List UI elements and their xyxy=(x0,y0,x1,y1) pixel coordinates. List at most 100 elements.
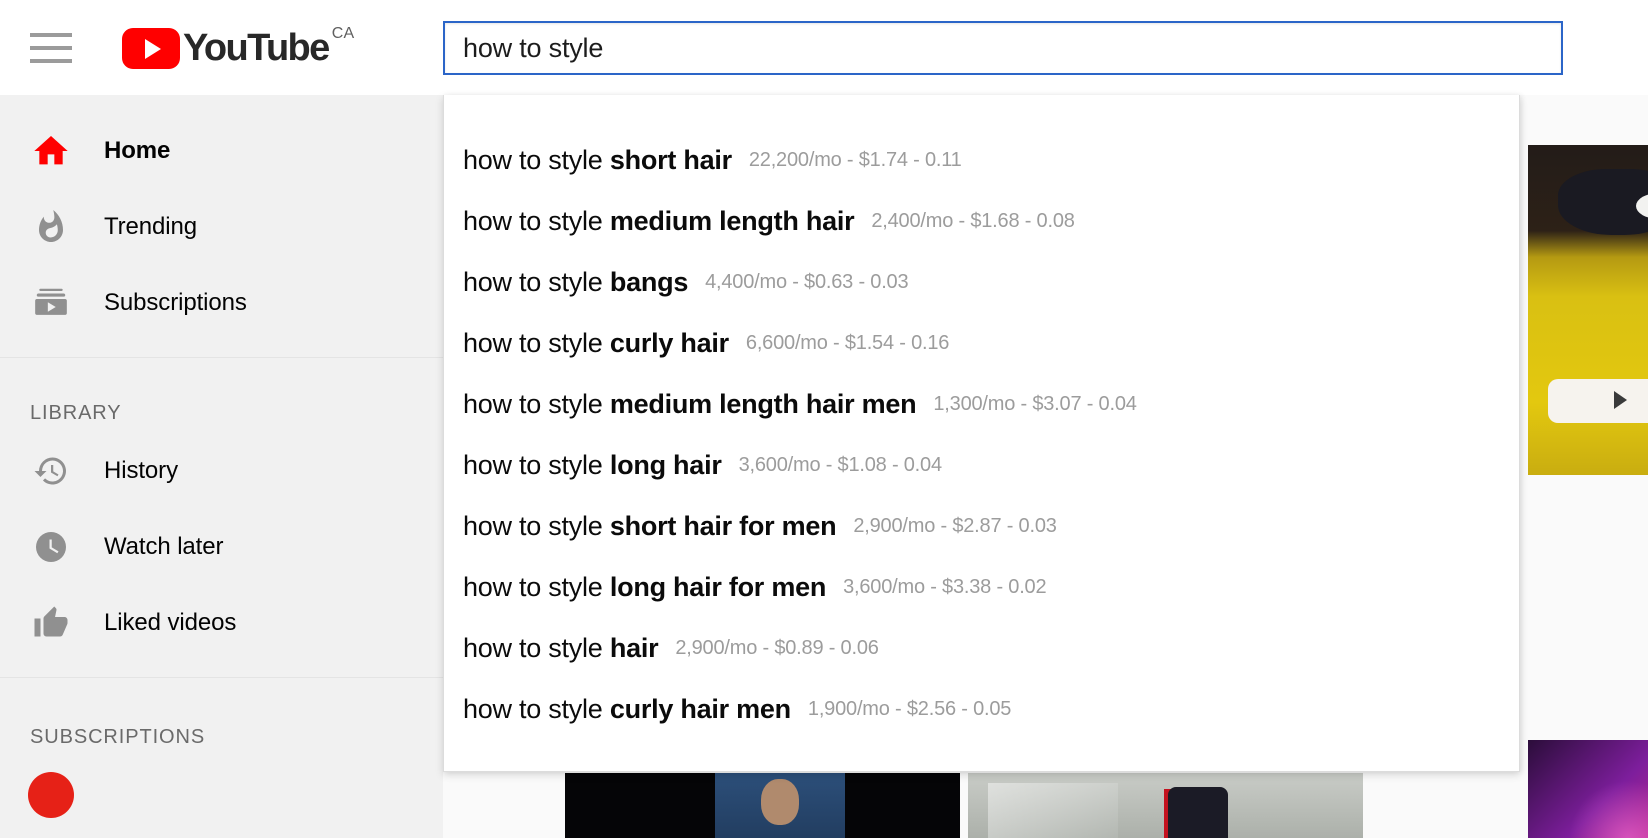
sidebar-item-home[interactable]: Home xyxy=(0,113,443,189)
suggestion-metrics: 3,600/mo - $3.38 - 0.02 xyxy=(843,572,1046,602)
suggestion-metrics: 22,200/mo - $1.74 - 0.11 xyxy=(749,145,962,175)
suggestion-completion: hair xyxy=(610,633,659,663)
sidebar-item-liked-videos[interactable]: Liked videos xyxy=(0,585,443,661)
suggestion-prefix: how to style xyxy=(463,328,610,358)
channel-avatar xyxy=(28,772,74,818)
thumbs-up-icon xyxy=(28,600,74,646)
suggestion-text: how to style bangs xyxy=(463,267,688,297)
sidebar-item-label: History xyxy=(104,457,178,485)
youtube-play-icon xyxy=(122,28,180,69)
sidebar-section-title-subscriptions: SUBSCRIPTIONS xyxy=(0,696,443,757)
subscriptions-icon xyxy=(28,280,74,326)
video-thumbnail[interactable] xyxy=(1528,740,1648,838)
suggestion-metrics: 2,900/mo - $0.89 - 0.06 xyxy=(675,633,878,663)
youtube-logo-text: YouTube xyxy=(183,28,329,69)
hamburger-line xyxy=(30,33,72,37)
sidebar-subscription-channel[interactable] xyxy=(0,757,443,833)
hamburger-menu-icon[interactable] xyxy=(30,33,72,63)
suggestion-completion: bangs xyxy=(610,267,688,297)
history-clock-icon xyxy=(28,448,74,494)
suggestion-text: how to style medium length hair men xyxy=(463,389,916,419)
sidebar-item-label: Watch later xyxy=(104,533,223,561)
suggestion-text: how to style long hair xyxy=(463,450,722,480)
sidebar-item-trending[interactable]: Trending xyxy=(0,189,443,265)
suggestion-metrics: 2,900/mo - $2.87 - 0.03 xyxy=(853,511,1056,541)
suggestion-metrics: 4,400/mo - $0.63 - 0.03 xyxy=(705,267,908,297)
suggestion-completion: long hair for men xyxy=(610,572,826,602)
suggestion-metrics: 2,400/mo - $1.68 - 0.08 xyxy=(871,206,1074,236)
sidebar-item-history[interactable]: History xyxy=(0,433,443,509)
suggestion-prefix: how to style xyxy=(463,206,610,236)
sidebar-item-label: Trending xyxy=(104,213,197,241)
search-suggestions-dropdown: how to style short hair 22,200/mo - $1.7… xyxy=(443,95,1520,772)
suggestion-prefix: how to style xyxy=(463,572,610,602)
suggestion-metrics: 3,600/mo - $1.08 - 0.04 xyxy=(739,450,942,480)
top-header-bar: YouTube CA how to style xyxy=(0,0,1648,95)
suggestion-prefix: how to style xyxy=(463,450,610,480)
suggestion-completion: medium length hair men xyxy=(610,389,917,419)
suggestion-item[interactable]: how to style short hair 22,200/mo - $1.7… xyxy=(444,129,1519,190)
sidebar-item-label: Liked videos xyxy=(104,609,236,637)
sidebar-library-section: LIBRARY History Watch later Liked videos xyxy=(0,358,443,661)
suggestion-prefix: how to style xyxy=(463,511,610,541)
suggestion-item[interactable]: how to style medium length hair 2,400/mo… xyxy=(444,190,1519,251)
suggestion-item[interactable]: how to style curly hair men 1,900/mo - $… xyxy=(444,678,1519,739)
suggestion-text: how to style long hair for men xyxy=(463,572,826,602)
suggestion-completion: long hair xyxy=(610,450,722,480)
suggestion-text: how to style hair xyxy=(463,633,658,663)
hamburger-line xyxy=(30,46,72,50)
suggestion-item[interactable]: how to style bangs 4,400/mo - $0.63 - 0.… xyxy=(444,251,1519,312)
suggestion-metrics: 1,300/mo - $3.07 - 0.04 xyxy=(933,389,1136,419)
suggestion-completion: medium length hair xyxy=(610,206,855,236)
thumbnail-art xyxy=(988,783,1118,838)
sidebar-primary-section: Home Trending Subscriptions xyxy=(0,95,443,341)
watch-later-clock-icon xyxy=(28,524,74,570)
suggestion-item[interactable]: how to style short hair for men 2,900/mo… xyxy=(444,495,1519,556)
suggestion-prefix: how to style xyxy=(463,389,610,419)
sidebar-item-subscriptions[interactable]: Subscriptions xyxy=(0,265,443,341)
suggestion-text: how to style curly hair xyxy=(463,328,729,358)
suggestion-prefix: how to style xyxy=(463,694,610,724)
home-icon xyxy=(28,128,74,174)
suggestion-metrics: 6,600/mo - $1.54 - 0.16 xyxy=(746,328,949,358)
thumbnail-play-badge xyxy=(1548,379,1648,423)
video-thumbnail[interactable] xyxy=(565,773,960,838)
suggestion-item[interactable]: how to style medium length hair men 1,30… xyxy=(444,373,1519,434)
suggestion-text: how to style medium length hair xyxy=(463,206,854,236)
sidebar-subscriptions-section: SUBSCRIPTIONS xyxy=(0,678,443,833)
thumbnail-art xyxy=(1558,169,1648,235)
suggestion-text: how to style curly hair men xyxy=(463,694,791,724)
suggestion-prefix: how to style xyxy=(463,267,610,297)
suggestion-item[interactable]: how to style hair 2,900/mo - $0.89 - 0.0… xyxy=(444,617,1519,678)
flame-icon xyxy=(28,204,74,250)
text-caret xyxy=(603,34,604,62)
suggestion-text: how to style short hair for men xyxy=(463,511,836,541)
suggestion-text: how to style short hair xyxy=(463,145,732,175)
sidebar-item-label: Subscriptions xyxy=(104,289,247,317)
sidebar-section-title-library: LIBRARY xyxy=(0,372,443,433)
youtube-app-window: YouTube CA how to style Home Trending xyxy=(0,0,1648,838)
suggestion-prefix: how to style xyxy=(463,145,610,175)
suggestion-completion: short hair for men xyxy=(610,511,837,541)
sidebar-item-label: Home xyxy=(104,137,170,165)
video-thumbnail[interactable] xyxy=(968,773,1363,838)
search-input[interactable]: how to style xyxy=(443,21,1563,75)
left-sidebar: Home Trending Subscriptions LIBRARY xyxy=(0,95,443,838)
thumbnail-art xyxy=(1568,780,1648,838)
thumbnail-art xyxy=(761,779,799,825)
suggestion-completion: short hair xyxy=(610,145,732,175)
youtube-logo[interactable]: YouTube CA xyxy=(122,28,355,70)
suggestion-completion: curly hair men xyxy=(610,694,791,724)
thumbnail-art xyxy=(1168,787,1228,838)
suggestion-prefix: how to style xyxy=(463,633,610,663)
sidebar-item-watch-later[interactable]: Watch later xyxy=(0,509,443,585)
suggestion-metrics: 1,900/mo - $2.56 - 0.05 xyxy=(808,694,1011,724)
suggestion-completion: curly hair xyxy=(610,328,729,358)
suggestion-item[interactable]: how to style curly hair 6,600/mo - $1.54… xyxy=(444,312,1519,373)
suggestion-item[interactable]: how to style long hair for men 3,600/mo … xyxy=(444,556,1519,617)
hamburger-line xyxy=(30,59,72,63)
search-input-value: how to style xyxy=(463,33,603,63)
suggestion-item[interactable]: how to style long hair 3,600/mo - $1.08 … xyxy=(444,434,1519,495)
youtube-country-code: CA xyxy=(332,26,355,42)
video-thumbnail[interactable] xyxy=(1528,145,1648,475)
